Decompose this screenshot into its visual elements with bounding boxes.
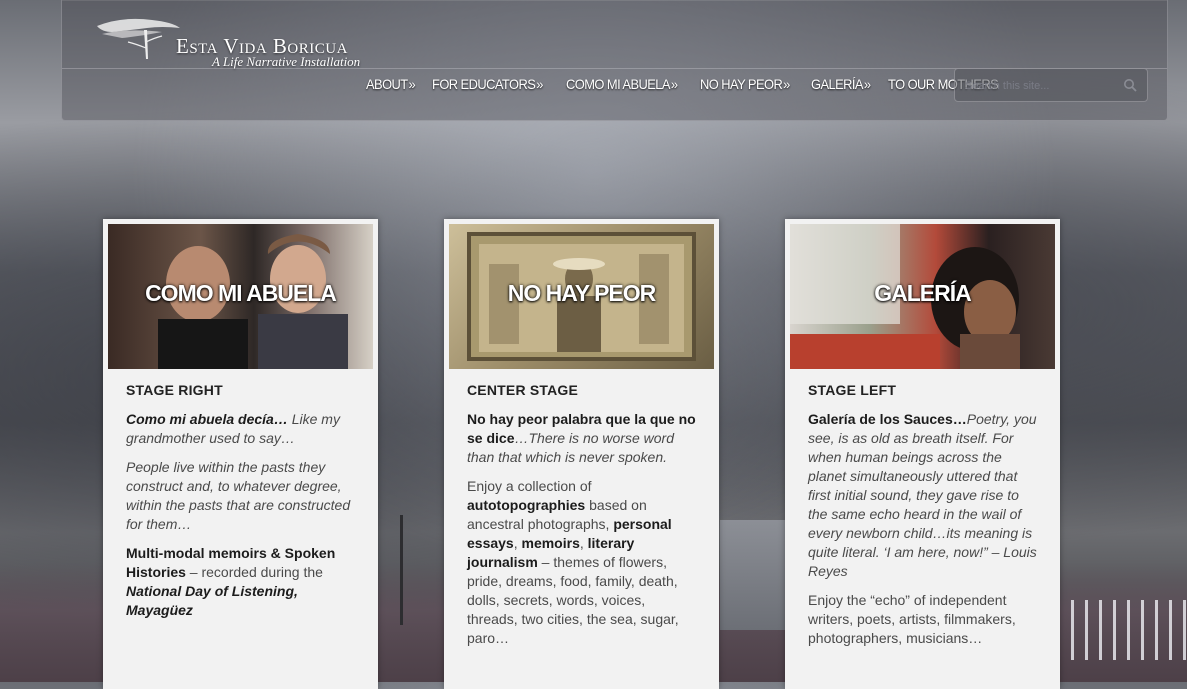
card-no-hay-peor: NO HAY PEOR CENTER STAGE No hay peor pal… [444,219,719,689]
text-bold: Galería de los Sauces… [808,411,967,427]
card-paragraph: Enjoy a collection of autotopographies b… [467,477,697,648]
nav-item-for-educators[interactable]: FOR EDUCATORS» [432,76,543,92]
text-plain: – recorded during the [185,564,323,580]
card-photo-title: GALERÍA [874,280,972,306]
text-plain: Enjoy a collection of [467,478,592,494]
nav-label: NO HAY PEOR [700,76,783,92]
card-body: STAGE RIGHT Como mi abuela decía… Like m… [126,381,356,630]
text-bold-italic: National Day of Listening, Mayagüez [126,583,298,618]
card-photo-title: NO HAY PEOR [507,280,657,306]
search-icon[interactable] [1123,78,1137,92]
chevron-right-icon: » [536,76,544,92]
card-stage-label: STAGE LEFT [808,382,897,398]
card-body: STAGE LEFT Galería de los Sauces…Poetry,… [808,381,1038,658]
card-stage-label: CENTER STAGE [467,382,579,398]
background-pole [400,515,403,625]
chevron-right-icon: » [670,76,678,92]
nav-label: ABOUT [366,76,408,92]
site-logo[interactable]: Esta Vida Boricua A Life Narrative Insta… [92,14,362,70]
card-paragraph: Multi-modal memoirs & Spoken Histories –… [126,544,356,620]
text-bold: autotopographies [467,497,586,513]
search-input[interactable] [963,76,1117,96]
card-photo[interactable]: GALERÍA [790,224,1055,369]
chevron-right-icon: » [863,76,871,92]
text-bold-italic: Como mi abuela decía… [126,411,288,427]
nav-item-about[interactable]: ABOUT» [366,76,416,92]
card-como-mi-abuela: COMO MI ABUELA STAGE RIGHT Como mi abuel… [103,219,378,689]
card-paragraph: Enjoy the “echo” of independent writers,… [808,592,1016,646]
search-box [954,68,1148,102]
card-paragraph: Como mi abuela decía… Like my grandmothe… [126,410,356,448]
nav-label: GALERÍA [810,76,864,92]
card-paragraph: Galería de los Sauces…Poetry, you see, i… [808,410,1038,581]
site-header: Esta Vida Boricua A Life Narrative Insta… [61,0,1168,121]
text-plain: , [579,535,588,551]
nav-item-galeria[interactable]: GALERÍA» [811,76,871,92]
card-galeria: GALERÍA STAGE LEFT Galería de los Sauces… [785,219,1060,689]
nav-item-no-hay-peor[interactable]: NO HAY PEOR» [700,76,790,92]
text-bold: memoirs [521,535,580,551]
card-body: CENTER STAGE No hay peor palabra que la … [467,381,697,658]
card-stage-label: STAGE RIGHT [126,382,223,398]
main-nav: ABOUT» FOR EDUCATORS» COMO MI ABUELA» NO… [366,76,1021,92]
site-subtitle: A Life Narrative Installation [212,54,361,69]
tree-logo-icon [97,18,180,59]
chevron-right-icon: » [408,76,416,92]
text-plain: , [513,535,522,551]
card-photo[interactable]: COMO MI ABUELA [108,224,373,369]
chevron-right-icon: » [783,76,790,92]
nav-item-como-mi-abuela[interactable]: COMO MI ABUELA» [565,76,678,92]
nav-label: COMO MI ABUELA [565,76,670,92]
card-paragraph: People live within the pasts they constr… [126,459,351,532]
nav-label: FOR EDUCATORS [432,76,536,92]
text-italic: Poetry, you see, is as old as breath its… [808,411,1037,579]
card-photo[interactable]: NO HAY PEOR [449,224,714,369]
background-fence [1057,600,1187,660]
card-paragraph: No hay peor palabra que la que no se dic… [467,410,697,467]
card-photo-title: COMO MI ABUELA [145,280,337,306]
